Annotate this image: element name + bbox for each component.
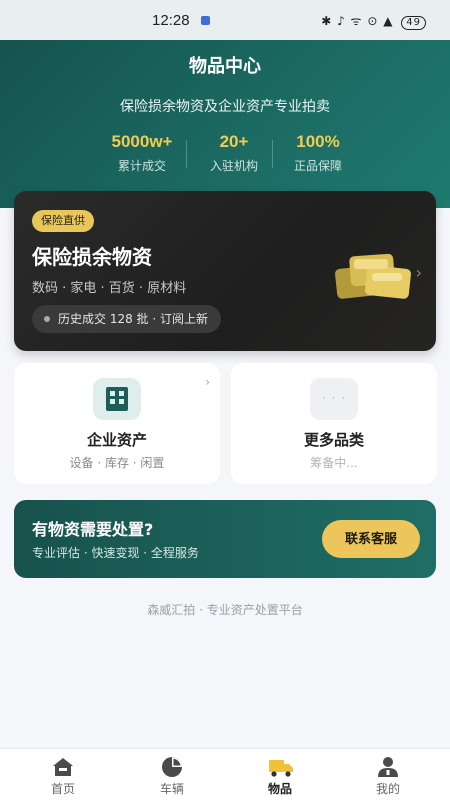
insurance-salvage-card[interactable]: 保险直供 保险损余物资 数码 · 家电 · 百货 · 原材料 历史成交 128 … [14,191,436,351]
tile-title: 更多品类 [303,431,364,449]
battery-icon: 49 [401,16,426,30]
tab-label: 我的 [375,782,400,796]
insurance-card-categories: 数码 · 家电 · 百货 · 原材料 [32,281,187,296]
pie-chart-icon [162,757,182,777]
status-time: 12:28 [152,12,190,29]
history-subscribe-pill[interactable]: 历史成交 128 批 · 订阅上新 [32,305,221,333]
tab-label: 首页 [50,782,75,796]
status-bar: 12:28 ✱ ♪ ᯤ ⊙ ▲ 49 [0,0,450,40]
notification-dot-icon [201,16,210,25]
chevron-right-icon: › [415,263,422,282]
user-icon [378,757,398,777]
stat-label: 正品保障 [293,159,342,173]
home-icon [53,758,73,776]
tab-label: 车辆 [159,782,184,796]
tab-mine[interactable]: 我的 [332,749,444,800]
bottom-tab-bar: 首页 车辆 物品 我的 [0,748,450,800]
stat-authentic: 100% 正品保障 [263,132,373,174]
more-categories-tile[interactable]: · · · 更多品类 筹备中... [231,363,437,484]
more-dots-glyph: · · · [321,391,347,405]
stat-value: 100% [296,132,340,151]
dot-icon [44,316,50,322]
status-indicators: ✱ ♪ ᯤ ⊙ ▲ 49 [321,12,426,30]
gold-bars-icon [335,253,411,299]
tile-title: 企业资产 [86,431,147,449]
disposal-cta-banner: 有物资需要处置? 专业评估 · 快速变现 · 全程服务 联系客服 [14,500,436,578]
insurance-card-title: 保险损余物资 [32,245,152,269]
chevron-right-icon: › [205,375,210,389]
status-indicator-icons: ✱ ♪ ᯤ ⊙ ▲ [321,14,394,28]
tab-home[interactable]: 首页 [7,749,119,800]
insurance-badge: 保险直供 [32,210,94,232]
tab-label: 物品 [267,782,292,796]
page-title: 物品中心 [189,56,261,77]
platform-footer-note: 森威汇拍 · 专业资产处置平台 [147,603,303,617]
hero-subtitle: 保险损余物资及企业资产专业拍卖 [120,99,330,115]
more-dots-icon: · · · [310,378,358,420]
tab-items[interactable]: 物品 [224,749,336,800]
enterprise-assets-tile[interactable]: › 企业资产 设备 · 库存 · 闲置 [14,363,220,484]
truck-icon [269,760,293,777]
cta-subtitle: 专业评估 · 快速变现 · 全程服务 [32,546,199,560]
tile-subtitle: 筹备中... [310,456,358,470]
building-icon [93,378,141,420]
stats-row: 5000w+ 累计成交 20+ 入驻机构 100% 正品保障 [0,132,450,180]
contact-service-button[interactable]: 联系客服 [322,520,420,558]
tab-vehicles[interactable]: 车辆 [116,749,228,800]
pill-label: 历史成交 128 批 · 订阅上新 [58,312,208,326]
tile-subtitle: 设备 · 库存 · 闲置 [69,456,165,470]
hero-header: 物品中心 保险损余物资及企业资产专业拍卖 5000w+ 累计成交 20+ 入驻机… [0,40,450,208]
cta-title: 有物资需要处置? [32,520,154,539]
